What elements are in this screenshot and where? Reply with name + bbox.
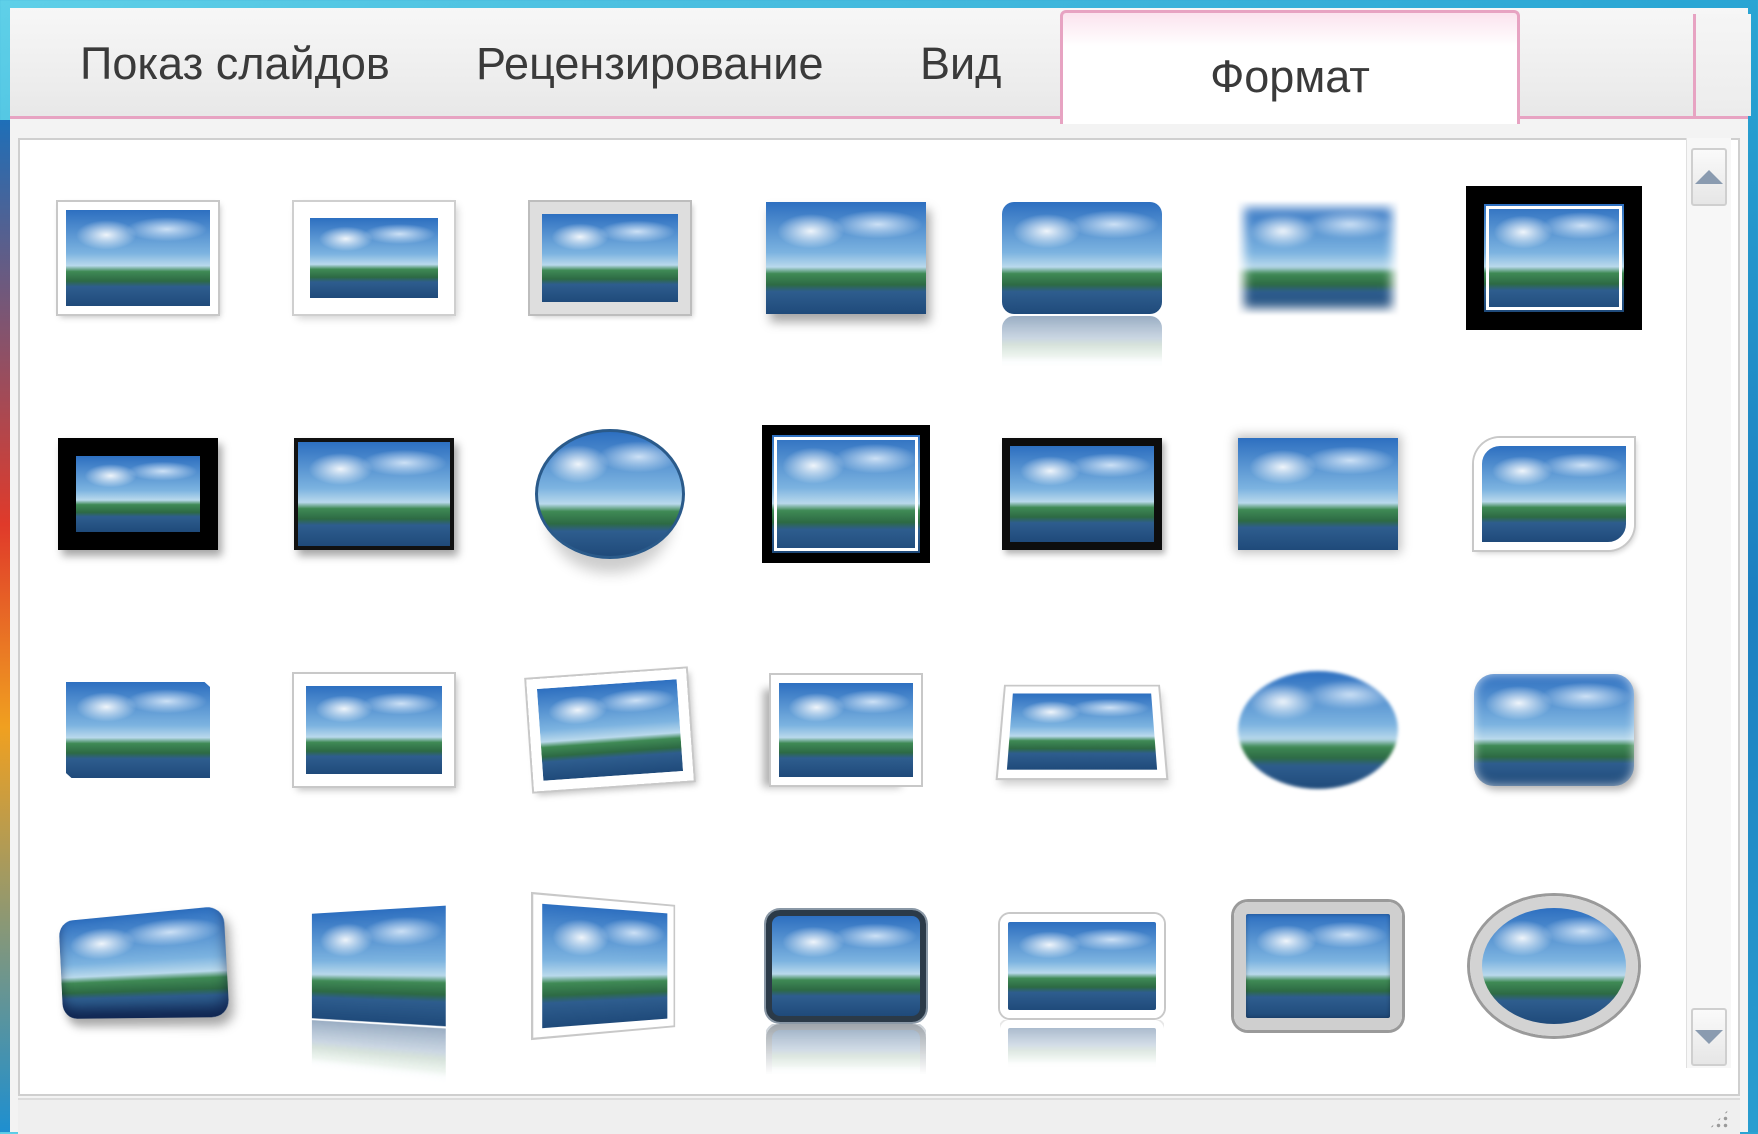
- picture-style-preview: [1466, 186, 1642, 330]
- gallery-item-relaxed-perspective-white[interactable]: [964, 612, 1200, 848]
- scroll-up-button[interactable]: [1691, 148, 1727, 206]
- picture-style-preview: [1002, 438, 1162, 550]
- picture-style-preview: [766, 910, 926, 1022]
- gallery-item-simple-frame-white[interactable]: [20, 140, 256, 376]
- picture-style-preview: [1234, 902, 1402, 1030]
- gallery-item-double-frame-black[interactable]: [1436, 140, 1672, 376]
- gallery-item-soft-edge-blurred[interactable]: [1200, 140, 1436, 376]
- gallery-item-perspective-shadow-white[interactable]: [728, 612, 964, 848]
- gallery-item-center-shadow-rectangle[interactable]: [1200, 376, 1436, 612]
- gallery-item-reflected-perspective-right[interactable]: [256, 848, 492, 1084]
- gallery-item-soft-edge-rectangle[interactable]: [256, 140, 492, 376]
- gallery-item-rounded-diagonal-corner-white[interactable]: [1436, 376, 1672, 612]
- picture-style-preview: [1000, 914, 1164, 1018]
- ribbon-tab-bar: Показ слайдов Рецензирование Вид Формат: [10, 8, 1751, 124]
- gallery-item-simple-frame-black[interactable]: [256, 376, 492, 612]
- tab-slide-show[interactable]: Показ слайдов: [80, 34, 390, 94]
- picture-style-preview: [1002, 202, 1162, 314]
- triangle-down-icon: [1695, 1030, 1723, 1044]
- picture-style-preview: [1238, 202, 1398, 314]
- gallery-item-compound-frame-black[interactable]: [728, 376, 964, 612]
- tab-view[interactable]: Вид: [920, 34, 1001, 94]
- picture-style-preview: [294, 202, 454, 314]
- picture-style-preview: [997, 686, 1167, 779]
- gallery-item-bevel-rectangle[interactable]: [1436, 612, 1672, 848]
- picture-styles-gallery: [18, 138, 1740, 1096]
- gallery-item-bevel-perspective[interactable]: [20, 848, 256, 1084]
- tab-format[interactable]: Формат: [1060, 10, 1520, 124]
- picture-style-preview: [58, 905, 230, 1019]
- picture-style-preview: [762, 425, 930, 563]
- gallery-scrollbar[interactable]: [1686, 138, 1731, 1068]
- picture-style-preview: [533, 894, 674, 1038]
- gallery-item-rotated-white[interactable]: [492, 612, 728, 848]
- picture-style-preview: [294, 674, 454, 786]
- gallery-item-beveled-matte-white[interactable]: [492, 140, 728, 376]
- gallery-item-beveled-oval-black[interactable]: [1200, 848, 1436, 1084]
- picture-style-preview: [58, 438, 218, 550]
- picture-style-preview: [58, 202, 218, 314]
- picture-style-preview: [58, 674, 218, 786]
- triangle-up-icon: [1695, 170, 1723, 184]
- picture-style-preview: [535, 429, 685, 559]
- gallery-item-reflected-oval[interactable]: [492, 376, 728, 612]
- tab-bar-edge: [1693, 14, 1751, 116]
- picture-style-preview: [1474, 674, 1634, 786]
- gallery-item-soft-edge-oval[interactable]: [1200, 612, 1436, 848]
- scroll-down-button[interactable]: [1691, 1008, 1727, 1066]
- gallery-item-moderate-frame-white[interactable]: [256, 612, 492, 848]
- gallery-item-snip-diagonal-corner-white[interactable]: [20, 612, 256, 848]
- gallery-footer-bar: [18, 1098, 1740, 1134]
- picture-style-preview: [1238, 438, 1398, 550]
- tab-review[interactable]: Рецензирование: [476, 34, 823, 94]
- gallery-item-metal-oval[interactable]: [1436, 848, 1672, 1084]
- picture-style-preview: [1470, 896, 1638, 1036]
- picture-style-preview: [1474, 438, 1634, 550]
- gallery-item-metal-rounded-rectangle[interactable]: [728, 848, 964, 1084]
- picture-style-preview: [526, 668, 694, 792]
- picture-style-preview: [1238, 671, 1398, 789]
- picture-style-preview: [766, 202, 926, 314]
- picture-style-preview: [530, 202, 690, 314]
- gallery-item-perspective-left-white[interactable]: [492, 848, 728, 1084]
- picture-style-preview: [771, 675, 921, 785]
- gallery-item-reflected-rounded-rectangle[interactable]: [964, 140, 1200, 376]
- picture-style-preview: [294, 438, 454, 550]
- gallery-item-drop-shadow-rectangle[interactable]: [728, 140, 964, 376]
- picture-style-preview: [311, 905, 446, 1027]
- gallery-item-thick-matte-black[interactable]: [20, 376, 256, 612]
- gallery-item-metal-frame[interactable]: [964, 376, 1200, 612]
- picture-styles-window: Показ слайдов Рецензирование Вид Формат: [10, 8, 1751, 1134]
- gallery-item-reflected-bevel-white[interactable]: [964, 848, 1200, 1084]
